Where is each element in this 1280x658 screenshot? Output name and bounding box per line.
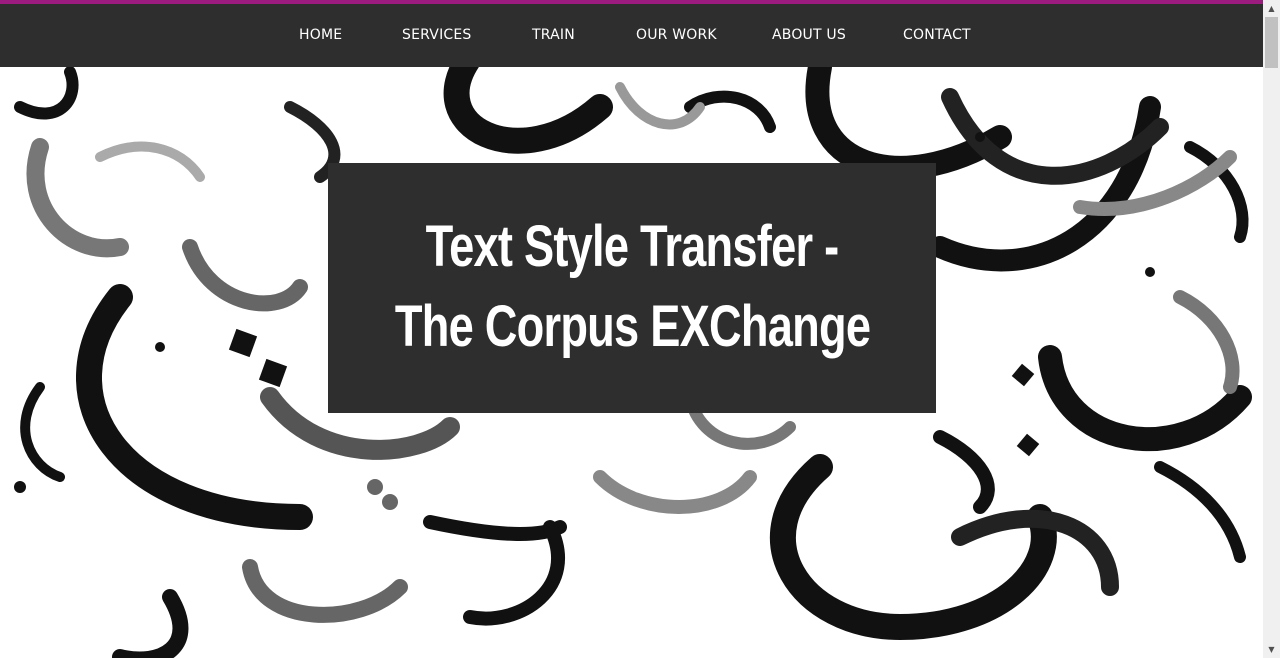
hero-title-line-2: The Corpus EXChange [394, 294, 871, 359]
triangle-up-icon[interactable]: ▲ [1263, 0, 1280, 17]
triangle-down-icon[interactable]: ▼ [1263, 641, 1280, 658]
nav-item-about-us[interactable]: ABOUT US [772, 25, 846, 45]
hero-title-box: Text Style Transfer - The Corpus EXChang… [328, 163, 936, 413]
nav-item-contact[interactable]: CONTACT [903, 25, 971, 45]
nav-item-our-work[interactable]: OUR WORK [636, 25, 717, 45]
hero-title-line-1: Text Style Transfer - [425, 214, 839, 279]
page-scrollbar[interactable]: ▲ ▼ [1263, 0, 1280, 658]
nav-item-services[interactable]: SERVICES [402, 25, 472, 45]
hero-section: Text Style Transfer - The Corpus EXChang… [0, 67, 1263, 658]
hero-title: Text Style Transfer - The Corpus EXChang… [394, 207, 871, 367]
scrollbar-thumb[interactable] [1265, 17, 1278, 68]
main-navbar: HOME SERVICES TRAIN OUR WORK ABOUT US CO… [0, 4, 1263, 67]
nav-menu: HOME SERVICES TRAIN OUR WORK ABOUT US CO… [0, 4, 1263, 67]
nav-item-train[interactable]: TRAIN [532, 25, 575, 45]
nav-item-home[interactable]: HOME [299, 25, 342, 45]
